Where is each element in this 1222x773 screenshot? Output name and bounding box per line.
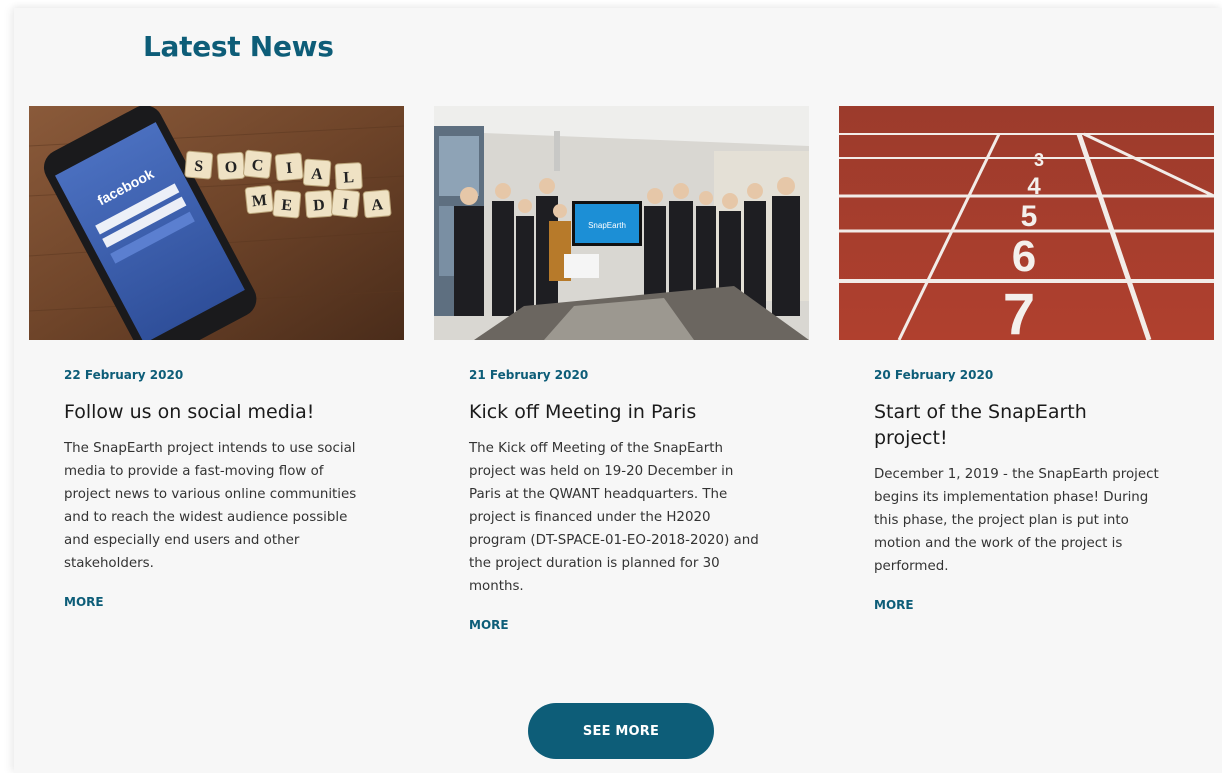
- news-title[interactable]: Start of the SnapEarth project!: [874, 399, 1144, 451]
- tile-letter: S: [194, 158, 204, 176]
- news-image-meeting[interactable]: SnapEarth: [434, 106, 809, 340]
- lane-number: 5: [1021, 200, 1038, 233]
- screen-label: SnapEarth: [588, 221, 626, 230]
- tile-letter: A: [371, 196, 384, 214]
- news-image-running-track[interactable]: 3 4 5 6 7: [839, 106, 1214, 340]
- news-excerpt: The SnapEarth project intends to use soc…: [64, 441, 357, 571]
- news-date: 20 February 2020: [874, 368, 994, 382]
- news-image-social-media[interactable]: facebook S O C I A L M E D I A: [29, 106, 404, 340]
- tile-letter: M: [251, 192, 268, 210]
- lane-number: 7: [1003, 282, 1035, 340]
- see-more-button[interactable]: SEE MORE: [528, 703, 714, 759]
- news-date: 22 February 2020: [64, 368, 184, 382]
- section-title: Latest News: [143, 30, 334, 63]
- tile-letter: C: [251, 157, 264, 175]
- news-card: facebook S O C I A L M E D I A 22 Februa…: [29, 106, 404, 611]
- news-card: 3 4 5 6 7 20 February 2020 Start of the …: [839, 106, 1214, 614]
- news-excerpt: December 1, 2019 - the SnapEarth project…: [874, 467, 1159, 574]
- lane-number: 4: [1027, 173, 1041, 200]
- news-excerpt: The Kick off Meeting of the SnapEarth pr…: [469, 441, 759, 594]
- tile-letter: D: [313, 197, 326, 215]
- lane-number: 3: [1034, 150, 1044, 170]
- more-link[interactable]: MORE: [874, 598, 914, 612]
- more-link[interactable]: MORE: [64, 595, 104, 609]
- tile-letter: L: [343, 169, 355, 187]
- more-link[interactable]: MORE: [469, 618, 509, 632]
- tile-letter: O: [224, 159, 238, 177]
- news-title[interactable]: Follow us on social media!: [64, 399, 369, 425]
- news-card: SnapEarth 21 February 2020 Kick off Meet…: [434, 106, 809, 634]
- news-date: 21 February 2020: [469, 368, 589, 382]
- tile-letter: E: [281, 197, 293, 215]
- tile-letter: A: [311, 165, 324, 183]
- news-title[interactable]: Kick off Meeting in Paris: [469, 399, 774, 425]
- lane-number: 6: [1012, 232, 1036, 281]
